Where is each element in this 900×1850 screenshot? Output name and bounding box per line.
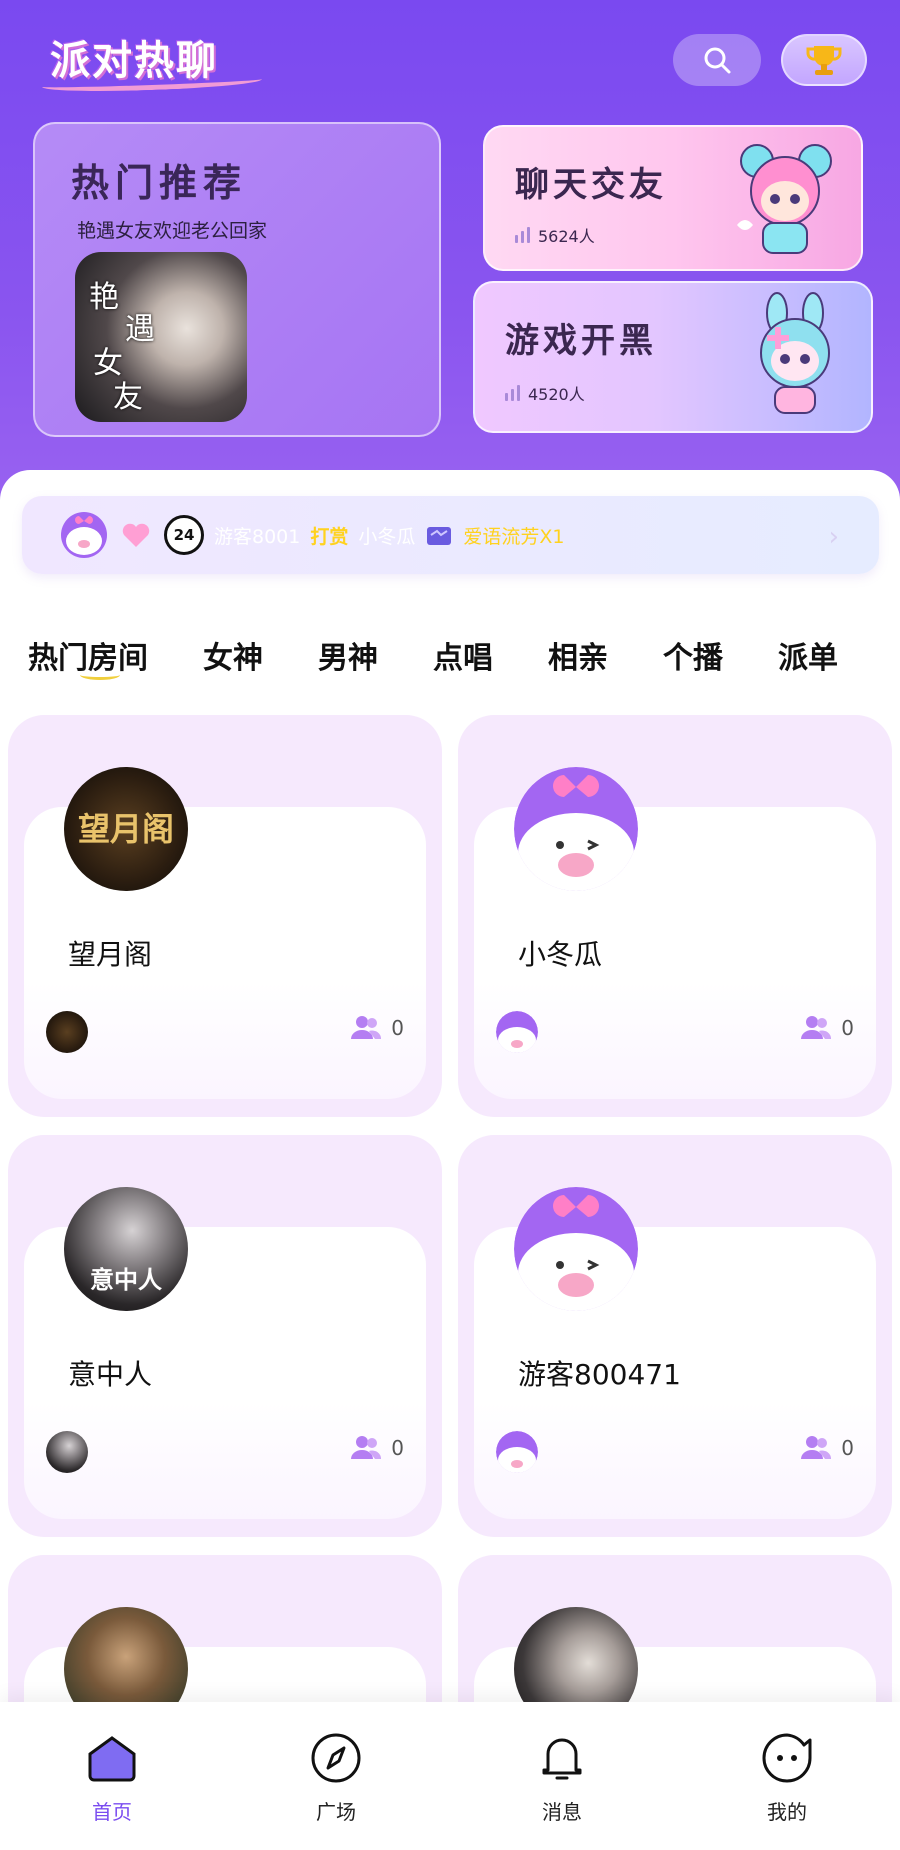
hearts-icon	[122, 523, 150, 547]
room-avatar	[514, 1187, 638, 1311]
room-name: 望月阁	[68, 938, 153, 971]
bell-icon	[542, 1738, 582, 1780]
chat-friends-count-text: 5624人	[538, 227, 595, 246]
room-member-count-text: 0	[841, 1016, 854, 1040]
pig-avatar-icon	[61, 512, 107, 558]
room-member-count: 0	[351, 1015, 404, 1041]
ticker-sender: 游客8001	[214, 525, 301, 548]
nav-profile[interactable]: 我的	[717, 1728, 857, 1825]
mascot-girl-icon	[737, 144, 832, 254]
room-member-count: 0	[801, 1435, 854, 1461]
host-avatar	[496, 1431, 538, 1473]
search-icon	[704, 47, 731, 74]
leaderboard-button[interactable]	[781, 34, 867, 86]
gift-icon	[427, 527, 452, 545]
mascot-bunny-icon	[760, 292, 830, 414]
signal-bars-icon	[505, 385, 520, 401]
thumb-char: 艳	[89, 280, 119, 315]
host-avatar	[46, 1431, 88, 1473]
chat-friends-card[interactable]: 聊天交友 5624人	[483, 125, 863, 271]
pig-avatar-icon	[496, 1431, 538, 1473]
tab-male-god[interactable]: 男神	[318, 633, 413, 677]
game-team-count: 4520人	[505, 381, 585, 405]
pig-avatar-icon	[514, 767, 638, 891]
room-name: 游客800471	[518, 1358, 681, 1391]
nav-messages-label: 消息	[542, 1800, 582, 1824]
thumb-char: 友	[113, 380, 143, 415]
trophy-icon	[806, 46, 842, 75]
tab-dispatch[interactable]: 派单	[778, 633, 873, 677]
users-icon	[351, 1016, 382, 1039]
home-icon	[88, 1736, 136, 1782]
chat-friends-title: 聊天交友	[515, 165, 667, 205]
face-icon	[762, 1733, 812, 1783]
nav-square-label: 广场	[316, 1800, 356, 1824]
game-team-count-text: 4520人	[528, 385, 585, 404]
gift-ticker[interactable]: 24 游客8001 打赏 小冬瓜 爱语流芳X1 ›	[22, 496, 879, 574]
search-button[interactable]	[673, 34, 761, 86]
tab-dating[interactable]: 相亲	[548, 633, 643, 677]
room-member-count: 0	[351, 1435, 404, 1461]
room-avatar-text: 意中人	[90, 1266, 162, 1294]
room-avatar	[514, 767, 638, 891]
pig-avatar-icon	[514, 1187, 638, 1311]
chevron-right-icon[interactable]: ›	[829, 522, 839, 552]
clock-24-badge: 24	[164, 515, 204, 555]
ticker-receiver: 小冬瓜	[358, 525, 416, 548]
active-tab-indicator	[80, 670, 120, 680]
room-member-count-text: 0	[391, 1436, 404, 1460]
tab-goddess[interactable]: 女神	[203, 633, 298, 677]
tab-song-request[interactable]: 点唱	[433, 633, 528, 677]
ticker-action: 打赏	[310, 525, 349, 548]
users-icon	[801, 1016, 832, 1039]
host-avatar	[496, 1011, 538, 1053]
hot-recommend-title: 热门推荐	[71, 160, 248, 205]
hot-recommend-thumbnail[interactable]: 艳 遇 女 友	[75, 252, 247, 422]
chat-friends-count: 5624人	[515, 223, 595, 247]
nav-messages[interactable]: 消息	[492, 1728, 632, 1825]
hot-recommend-subtitle: 艳遇女友欢迎老公回家	[77, 220, 268, 242]
room-card[interactable]: 意中人 意中人 0	[8, 1135, 442, 1537]
thumb-char: 遇	[125, 312, 155, 347]
room-card[interactable]: 望月阁 望月阁 0	[8, 715, 442, 1117]
room-member-count-text: 0	[841, 1436, 854, 1460]
room-avatar-text: 望月阁	[77, 810, 174, 848]
game-team-title: 游戏开黑	[505, 321, 657, 361]
room-avatar: 望月阁	[64, 767, 188, 891]
users-icon	[801, 1436, 832, 1459]
room-name: 意中人	[68, 1358, 153, 1391]
tab-solo-live[interactable]: 个播	[663, 633, 758, 677]
room-card[interactable]: 小冬瓜 0	[458, 715, 892, 1117]
nav-home[interactable]: 首页	[42, 1728, 182, 1825]
hot-recommend-card[interactable]: 热门推荐 艳遇女友欢迎老公回家 艳 遇 女 友	[33, 122, 441, 437]
room-member-count: 0	[801, 1015, 854, 1041]
nav-home-label: 首页	[92, 1800, 132, 1824]
signal-bars-icon	[515, 227, 530, 243]
host-avatar	[46, 1011, 88, 1053]
users-icon	[351, 1436, 382, 1459]
room-avatar: 意中人	[64, 1187, 188, 1311]
room-name: 小冬瓜	[518, 938, 603, 971]
game-team-card[interactable]: 游戏开黑 4520人	[473, 281, 873, 433]
ticker-gift: 爱语流芳X1	[463, 525, 565, 548]
nav-profile-label: 我的	[767, 1800, 807, 1824]
room-member-count-text: 0	[391, 1016, 404, 1040]
bottom-navigation: 首页 广场 消息 我的	[0, 1702, 900, 1850]
nav-square[interactable]: 广场	[266, 1728, 406, 1825]
category-tabs: 热门房间 女神 男神 点唱 相亲 个播 派单	[0, 630, 900, 680]
pig-avatar-icon	[496, 1011, 538, 1053]
compass-icon	[311, 1733, 361, 1783]
room-card[interactable]: 游客800471 0	[458, 1135, 892, 1537]
